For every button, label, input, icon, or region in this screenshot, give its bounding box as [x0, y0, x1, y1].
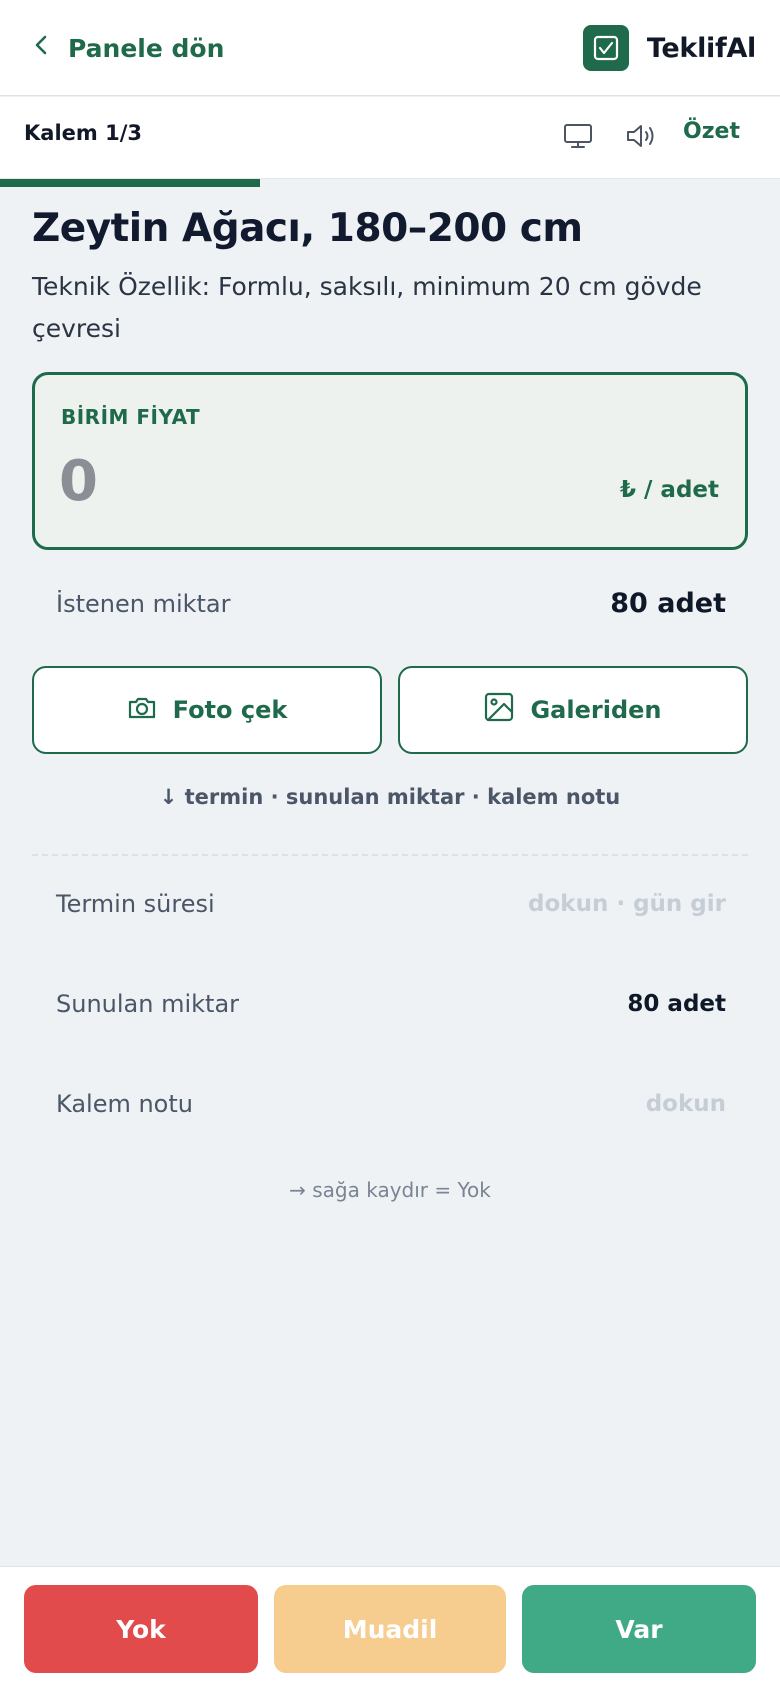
- termin-placeholder[interactable]: dokun · gün gir: [528, 891, 726, 917]
- monitor-icon[interactable]: [561, 119, 595, 153]
- unit-price-value: 0: [59, 449, 98, 514]
- brand-name: TeklifAl: [646, 32, 756, 64]
- summary-button[interactable]: Özet: [683, 119, 740, 144]
- image-icon: [484, 692, 514, 728]
- requested-quantity-row: İstenen miktar 80 adet: [56, 588, 726, 619]
- alternative-button[interactable]: Muadil: [274, 1585, 506, 1673]
- item-note-row[interactable]: Kalem notu dokun: [56, 1090, 726, 1118]
- yes-label: Var: [615, 1614, 663, 1644]
- progress-fill: [0, 179, 260, 187]
- unit-price-label: BİRİM FİYAT: [61, 405, 201, 429]
- speaker-icon[interactable]: [624, 119, 658, 153]
- no-label: Yok: [116, 1614, 166, 1644]
- item-note-placeholder[interactable]: dokun: [646, 1091, 726, 1117]
- item-counter: Kalem 1/3: [24, 121, 142, 145]
- gallery-label: Galeriden: [530, 696, 662, 724]
- item-spec: Teknik Özellik: Formlu, saksılı, minimum…: [32, 272, 702, 343]
- yes-button[interactable]: Var: [522, 1585, 756, 1673]
- termin-row[interactable]: Termin süresi dokun · gün gir: [56, 890, 726, 918]
- back-to-panel-link[interactable]: Panele dön: [30, 28, 224, 68]
- termin-label: Termin süresi: [56, 890, 215, 918]
- requested-quantity-label: İstenen miktar: [56, 589, 231, 618]
- item-title: Zeytin Ağacı, 180–200 cm: [32, 206, 583, 251]
- gallery-button[interactable]: Galeriden: [398, 666, 748, 754]
- chevron-left-icon: [30, 33, 54, 63]
- section-divider: [32, 854, 748, 856]
- swipe-hint: → sağa kaydır = Yok: [289, 1178, 491, 1202]
- item-note-label: Kalem notu: [56, 1090, 193, 1118]
- requested-quantity-value: 80 adet: [610, 588, 726, 619]
- take-photo-button[interactable]: Foto çek: [32, 666, 382, 754]
- offered-quantity-row[interactable]: Sunulan miktar 80 adet: [56, 990, 726, 1018]
- scroll-hint: ↓ termin · sunulan miktar · kalem notu: [159, 785, 621, 809]
- camera-icon: [127, 693, 157, 727]
- action-bar: Yok Muadil Var: [0, 1566, 780, 1688]
- brand: TeklifAl: [582, 25, 756, 71]
- item-progress-bar: [0, 179, 780, 187]
- unit-price-unit: ₺ / adet: [620, 477, 719, 503]
- brand-check-icon: [582, 25, 629, 71]
- no-button[interactable]: Yok: [24, 1585, 258, 1673]
- back-label: Panele dön: [68, 33, 225, 63]
- offered-quantity-value[interactable]: 80 adet: [627, 991, 726, 1017]
- item-toolbar: Kalem 1/3 Özet: [0, 97, 780, 179]
- top-bar: Panele dön TeklifAl: [0, 0, 780, 96]
- unit-price-input[interactable]: BİRİM FİYAT 0 ₺ / adet: [32, 372, 748, 550]
- offered-quantity-label: Sunulan miktar: [56, 990, 240, 1018]
- take-photo-label: Foto çek: [172, 696, 288, 724]
- alternative-label: Muadil: [342, 1614, 438, 1644]
